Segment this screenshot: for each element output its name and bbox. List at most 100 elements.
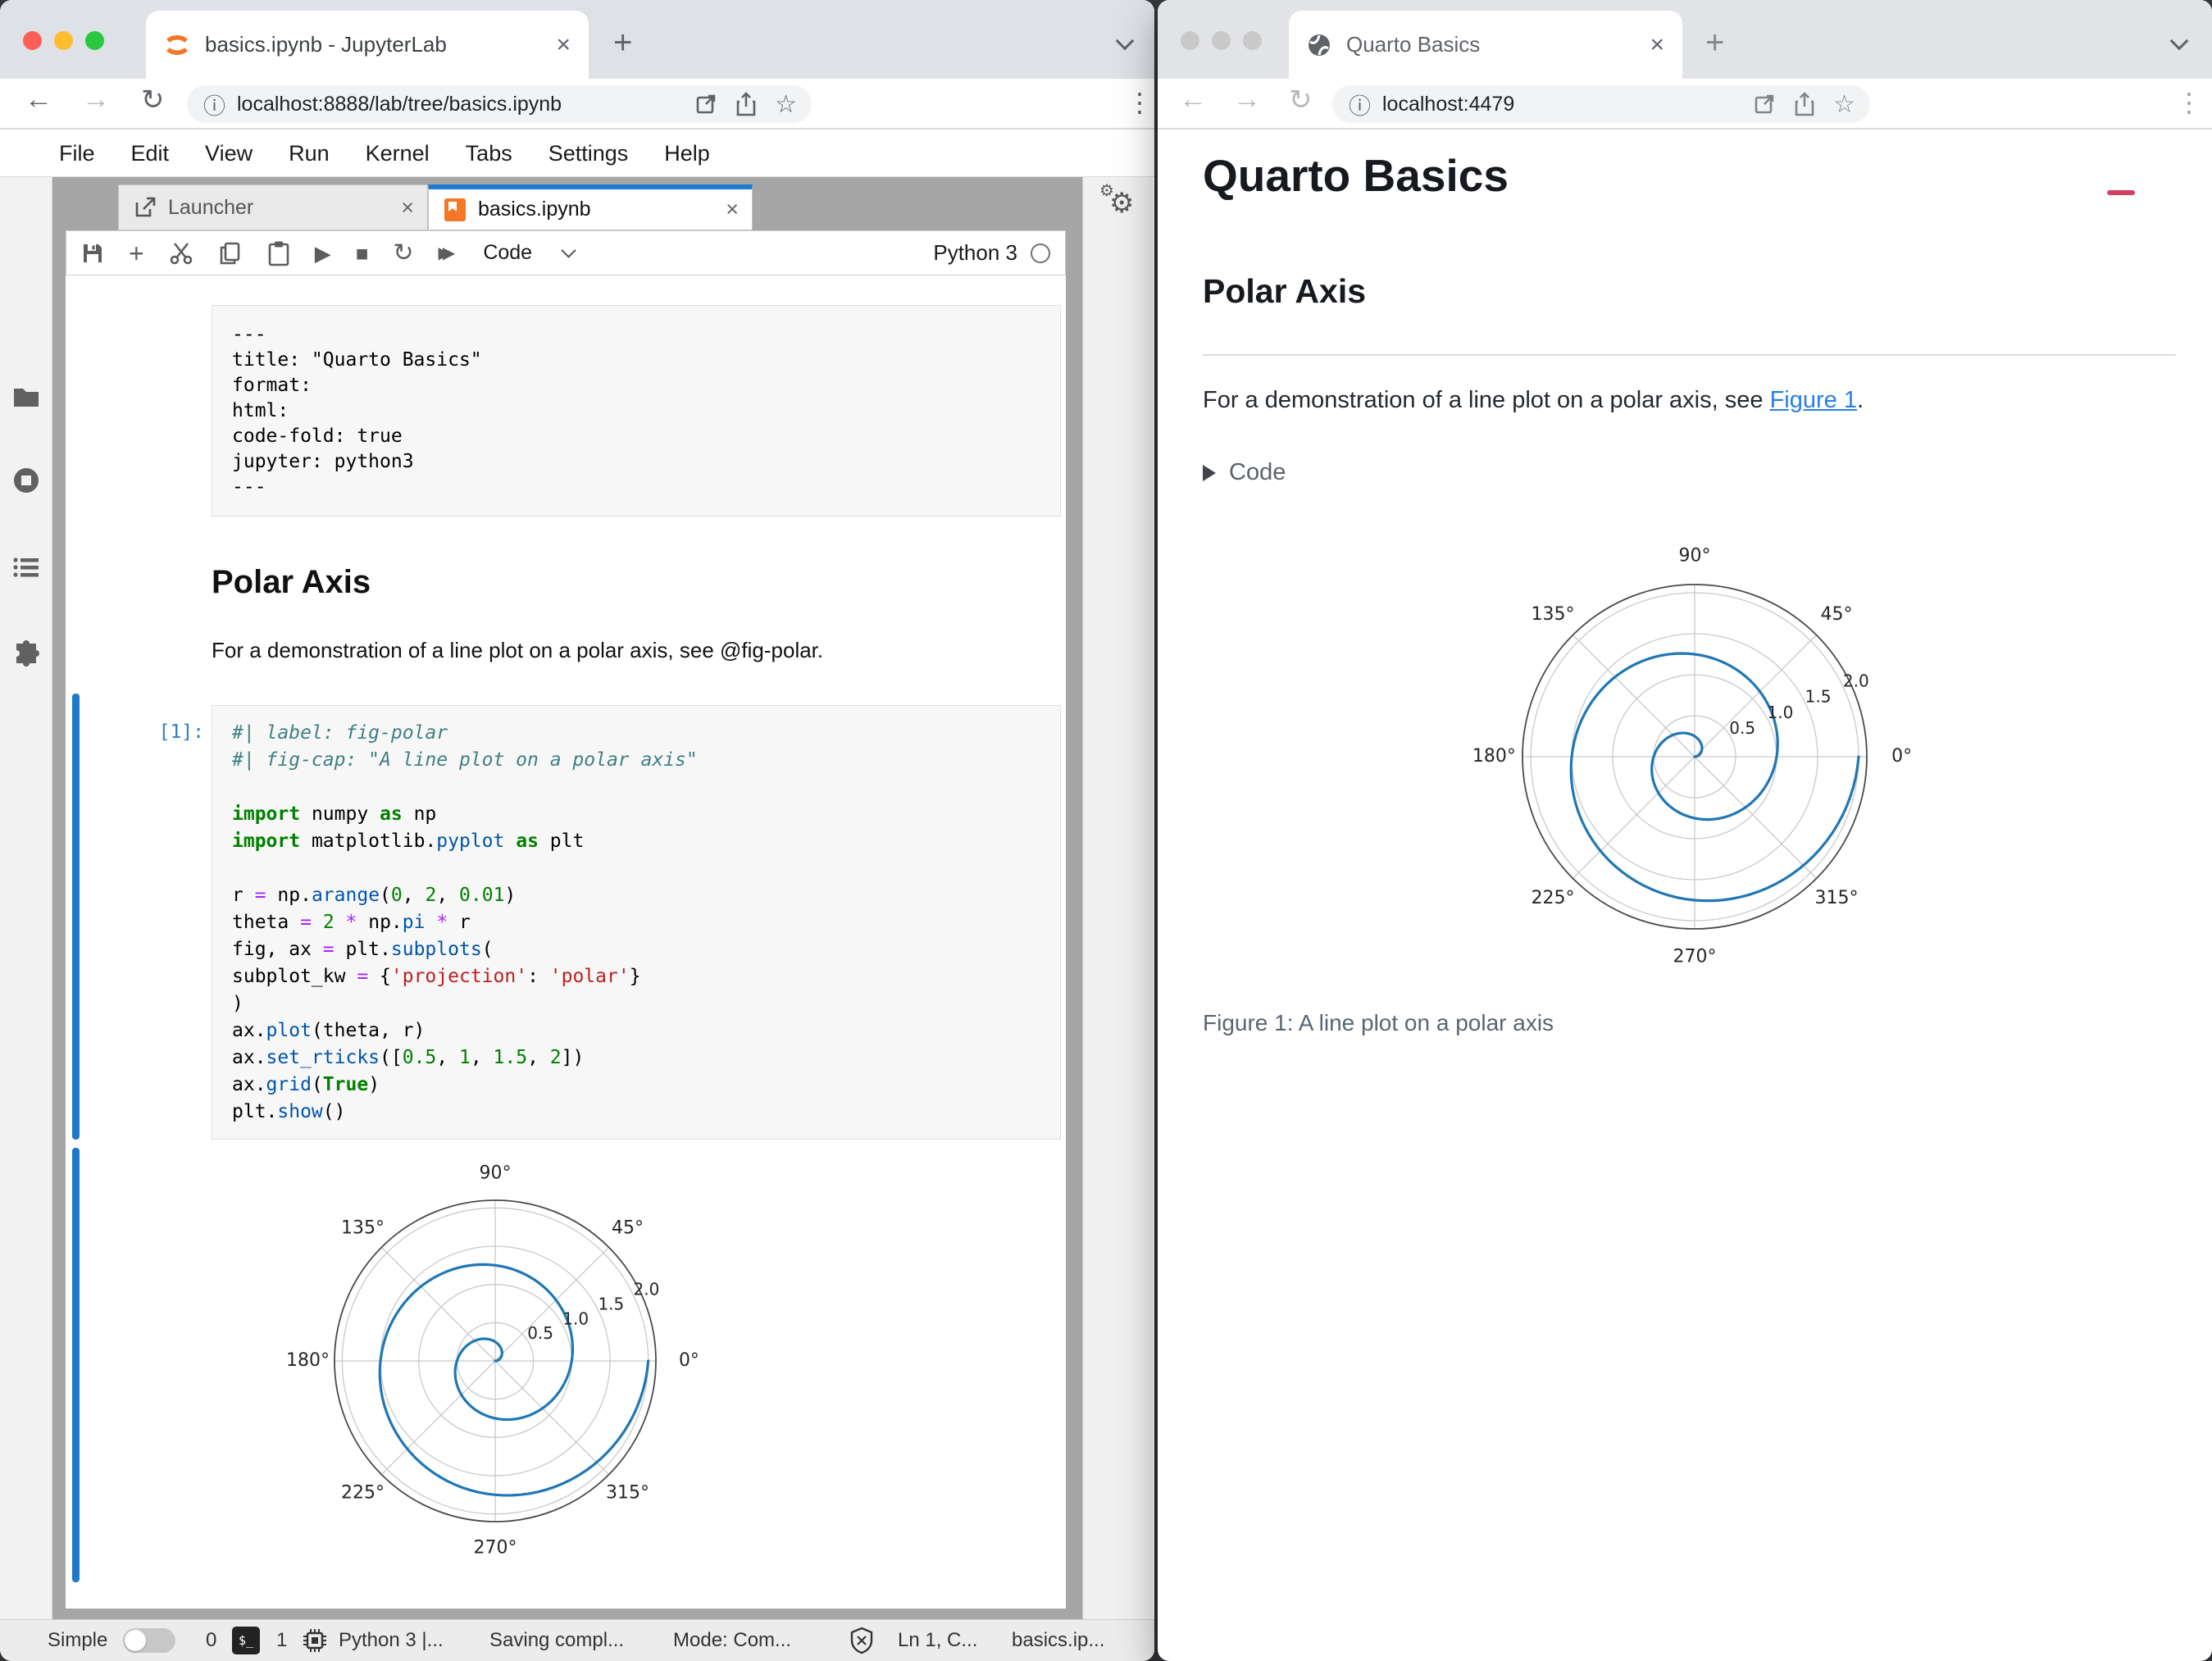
save-icon[interactable]	[81, 242, 104, 265]
address-bar[interactable]: ⓘ localhost:4479 ☆	[1332, 85, 1870, 123]
reload-icon[interactable]: ↻	[141, 84, 165, 116]
back-icon[interactable]: ←	[1179, 84, 1207, 116]
browser-menu-icon[interactable]: ⋮	[2176, 87, 2202, 118]
polar-plot-output: 0° 45° 90° 135° 180° 225° 270° 315° 0.5 1.0 1.5 2.0	[286, 1152, 704, 1574]
tab-search-chevron-icon[interactable]	[1115, 31, 1135, 51]
site-info-icon[interactable]: ⓘ	[1349, 89, 1371, 121]
trust-shield-icon[interactable]	[850, 1627, 873, 1654]
output-collapser[interactable]	[72, 1148, 80, 1582]
browser-tab[interactable]: Quarto Basics ×	[1289, 11, 1682, 79]
cell-type-select[interactable]: Code	[483, 241, 532, 265]
minimize-window-button[interactable]	[1212, 31, 1231, 50]
reload-icon[interactable]: ↻	[1289, 84, 1313, 116]
zoom-window-button[interactable]	[85, 31, 104, 50]
forward-icon[interactable]: →	[1233, 84, 1261, 116]
code-fold-toggle[interactable]: Code	[1203, 459, 1286, 486]
menu-view[interactable]: View	[205, 141, 253, 166]
tab-launcher[interactable]: Launcher ×	[118, 184, 428, 230]
site-info-icon[interactable]: ⓘ	[203, 89, 225, 121]
svg-text:270°: 270°	[474, 1537, 517, 1558]
code-line: subplot_kw = {'projection': 'polar'}	[232, 966, 641, 987]
window-controls[interactable]	[1181, 31, 1262, 50]
open-in-window-icon[interactable]	[694, 93, 717, 116]
desktop: basics.ipynb - JupyterLab × + ← → ↻ ⓘ lo…	[0, 0, 2212, 1661]
running-kernels-icon[interactable]	[11, 466, 41, 495]
kernel-status-icon[interactable]	[1031, 243, 1050, 263]
cell-type-chevron-icon[interactable]	[561, 243, 576, 258]
menu-file[interactable]: File	[59, 141, 95, 166]
window-controls[interactable]	[23, 31, 104, 50]
input-collapser[interactable]	[72, 694, 80, 1140]
new-tab-button[interactable]: +	[613, 25, 632, 61]
open-in-window-icon[interactable]	[1753, 93, 1776, 116]
share-icon[interactable]	[1794, 92, 1815, 116]
share-icon[interactable]	[735, 92, 757, 116]
paste-cells-icon[interactable]	[267, 240, 290, 266]
browser-tab[interactable]: basics.ipynb - JupyterLab ×	[146, 11, 589, 79]
polar-plot-figure: 0° 45° 90° 135° 180° 225° 270° 315° 0.5 1.0 1.5 2.0	[1471, 533, 1918, 985]
zoom-window-button[interactable]	[1243, 31, 1262, 50]
new-tab-button[interactable]: +	[1705, 25, 1724, 61]
notebook-scroll-area[interactable]: --- title: "Quarto Basics" format: html: c…	[66, 275, 1066, 1609]
tab-close-icon[interactable]: ×	[1650, 31, 1664, 59]
tab-notebook[interactable]: basics.ipynb ×	[428, 184, 753, 230]
extension-manager-icon[interactable]	[11, 640, 41, 670]
kernel-status-text[interactable]: Python 3 |...	[339, 1629, 444, 1652]
simple-mode-toggle[interactable]	[123, 1628, 175, 1653]
terminals-count[interactable]: 0	[206, 1629, 216, 1652]
code-line: #| label: fig-polar	[232, 722, 448, 744]
menu-edit[interactable]: Edit	[131, 141, 170, 166]
yaml-line: jupyter: python3	[232, 451, 414, 472]
profile-avatar-badge[interactable]	[2107, 190, 2135, 195]
tab-search-chevron-icon[interactable]	[2169, 31, 2189, 51]
yaml-line: format:	[232, 375, 312, 396]
menu-kernel[interactable]: Kernel	[366, 141, 430, 166]
kernel-chip-icon[interactable]	[302, 1627, 328, 1654]
kernels-count[interactable]: 1	[276, 1629, 287, 1652]
browser-menu-icon[interactable]: ⋮	[1126, 87, 1153, 118]
terminal-icon[interactable]: $_	[232, 1627, 260, 1654]
menu-tabs[interactable]: Tabs	[466, 141, 512, 166]
menu-settings[interactable]: Settings	[548, 141, 629, 166]
copy-cells-icon[interactable]	[218, 241, 243, 266]
restart-run-all-icon[interactable]: ▶▶	[439, 245, 456, 262]
code-cell[interactable]: #| label: fig-polar #| fig-cap: "A line p…	[212, 705, 1061, 1140]
address-bar[interactable]: ⓘ localhost:8888/lab/tree/basics.ipynb ☆	[187, 85, 812, 123]
mode-status-text[interactable]: Mode: Com...	[673, 1629, 791, 1652]
svg-text:0.5: 0.5	[1729, 718, 1755, 738]
run-cell-icon[interactable]: ▶	[315, 243, 331, 264]
tab-close-icon[interactable]: ×	[556, 31, 571, 59]
yaml-line: title: "Quarto Basics"	[232, 349, 482, 371]
interrupt-kernel-icon[interactable]: ■	[356, 243, 369, 264]
tab-close-icon[interactable]: ×	[726, 197, 739, 222]
close-window-button[interactable]	[1181, 31, 1199, 50]
bookmark-star-icon[interactable]: ☆	[1833, 90, 1855, 119]
yaml-line: ---	[232, 476, 266, 498]
menu-help[interactable]: Help	[664, 141, 710, 166]
back-icon[interactable]: ←	[25, 84, 52, 116]
url-text[interactable]: localhost:4479	[1382, 93, 1514, 116]
menu-run[interactable]: Run	[289, 141, 330, 166]
minimize-window-button[interactable]	[54, 31, 73, 50]
close-window-button[interactable]	[23, 31, 42, 50]
tab-launcher-label: Launcher	[168, 195, 254, 219]
svg-text:0.5: 0.5	[527, 1323, 553, 1343]
add-cell-icon[interactable]: +	[129, 240, 144, 266]
bookmark-star-icon[interactable]: ☆	[775, 90, 797, 119]
tab-close-icon[interactable]: ×	[401, 195, 414, 221]
figure-caption: Figure 1: A line plot on a polar axis	[1203, 1010, 1554, 1035]
jupyter-favicon	[166, 34, 189, 55]
svg-text:90°: 90°	[480, 1163, 512, 1184]
file-browser-icon[interactable]	[11, 382, 41, 412]
yaml-cell[interactable]: --- title: "Quarto Basics" format: html: c…	[212, 305, 1061, 517]
cursor-position-text[interactable]: Ln 1, C...	[898, 1629, 977, 1652]
code-line: theta = 2 * np.pi * r	[232, 912, 471, 933]
forward-icon[interactable]: →	[82, 84, 110, 116]
cell-execution-prompt: [1]:	[158, 721, 204, 743]
kernel-name[interactable]: Python 3	[933, 240, 1017, 266]
url-text[interactable]: localhost:8888/lab/tree/basics.ipynb	[237, 93, 562, 116]
restart-kernel-icon[interactable]: ↻	[393, 240, 413, 266]
cut-cells-icon[interactable]	[169, 241, 193, 266]
table-of-contents-icon[interactable]	[11, 553, 41, 582]
figure-1-link[interactable]: Figure 1	[1770, 387, 1857, 413]
